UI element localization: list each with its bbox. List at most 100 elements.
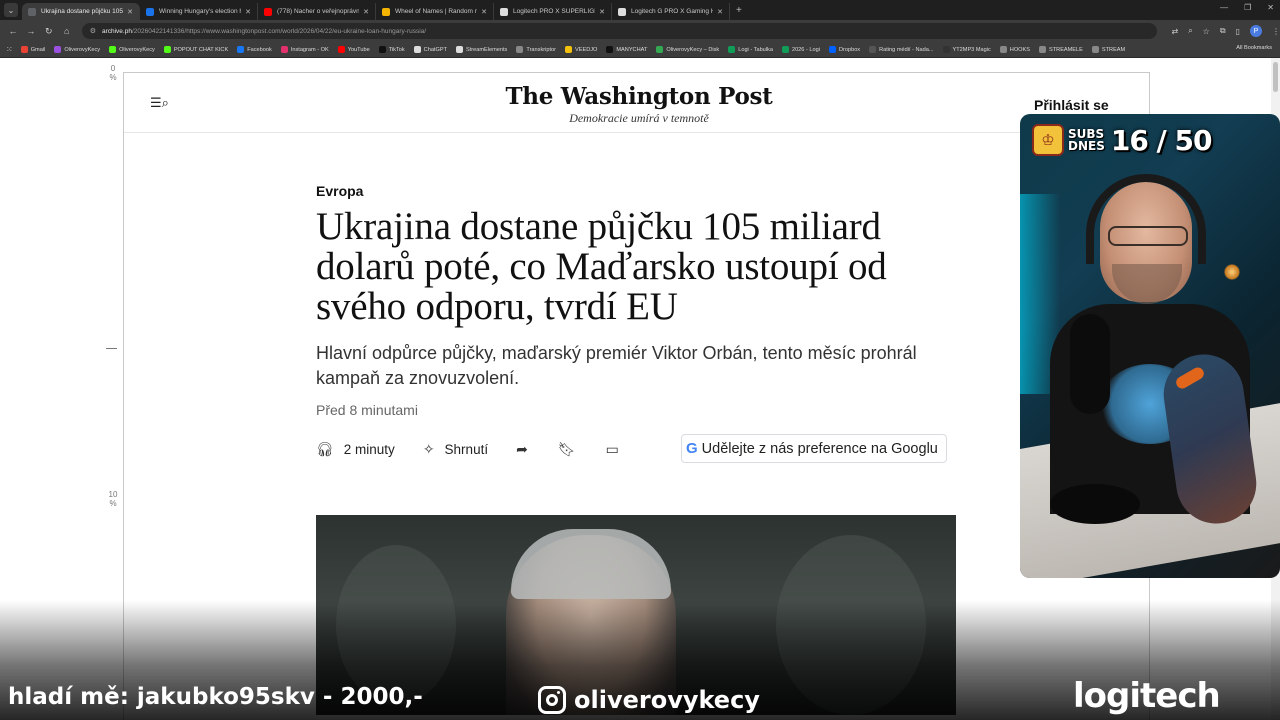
bookmark-item[interactable]: Facebook: [237, 46, 272, 53]
profile-avatar[interactable]: P: [1249, 25, 1262, 37]
tab[interactable]: Wheel of Names | Random nam ✕: [376, 3, 494, 20]
bookmark-favicon-icon: [54, 46, 62, 53]
headline: Ukrajina dostane půjčku 105 miliard dola…: [316, 205, 887, 328]
reload-icon[interactable]: ↻: [40, 26, 58, 37]
bookmark-favicon-icon: [781, 46, 789, 53]
tab-close-icon[interactable]: ✕: [363, 8, 369, 16]
tab[interactable]: Logitech G PRO X Gaming Hea ✕: [612, 3, 730, 20]
share-icon[interactable]: ➦: [516, 441, 528, 458]
apps-icon[interactable]: ⁙: [6, 45, 13, 54]
url-bar[interactable]: ⚙ archive.ph/20260422141336/https://www.…: [81, 23, 1158, 39]
bookmark-item[interactable]: StreamElements: [456, 46, 507, 53]
bookmark-label: Gmail: [30, 46, 46, 53]
tab-search-icon[interactable]: ⌄: [4, 3, 18, 17]
bookmark-item[interactable]: Gmail: [20, 46, 46, 53]
site-header: ☰⌕ The Washington Post Demokracie umírá …: [124, 73, 1149, 133]
bookmark-item[interactable]: POPOUT CHAT KICK: [163, 46, 228, 53]
tab-close-icon[interactable]: ✕: [245, 8, 251, 16]
bookmark-favicon-icon: [728, 46, 736, 53]
tab[interactable]: (778) Nacher o veřejnoprávních ✕: [258, 3, 376, 20]
tab-active[interactable]: Ukrajina dostane půjčku 105 mi ✕: [22, 3, 140, 20]
window-controls: — ❐ ✕: [1220, 3, 1274, 12]
cam-mic-stand: [1050, 484, 1140, 524]
section-label[interactable]: Evropa: [316, 183, 966, 199]
tab-close-icon[interactable]: ✕: [599, 8, 605, 16]
bookmark-label: OliverovyKecy – Disk: [666, 46, 720, 53]
tab[interactable]: Winning Hungary's election ha ✕: [140, 3, 258, 20]
signin-link[interactable]: Přihlásit se: [1034, 97, 1109, 113]
new-tab-button[interactable]: +: [736, 5, 742, 16]
home-icon[interactable]: ⌂: [58, 26, 76, 36]
summary-button[interactable]: ✧ Shrnutí: [423, 441, 488, 458]
site-tagline: Demokracie umírá v temnotě: [569, 111, 709, 125]
forward-icon[interactable]: →: [22, 26, 40, 36]
bookmark-item[interactable]: YouTube: [337, 46, 370, 53]
bookmark-item[interactable]: Rating médií - Nada...: [869, 46, 934, 53]
bookmark-item[interactable]: YT2MP3 Magic: [942, 46, 991, 53]
tab-favicon-icon: [382, 7, 390, 16]
bookmark-item[interactable]: TikTok: [378, 46, 405, 53]
site-logo[interactable]: The Washington Post: [464, 83, 814, 110]
tab[interactable]: Logitech PRO X SUPERLIGHT 2 ✕: [494, 3, 612, 20]
bookmark-item[interactable]: Logi - Tabulka: [728, 46, 773, 53]
bookmark-item[interactable]: OliverovyKecy: [109, 46, 155, 53]
comment-icon[interactable]: ▭: [606, 441, 619, 458]
ruler-tick: [106, 348, 117, 349]
bookmark-item[interactable]: Dropbox: [828, 46, 860, 53]
hero-person-hair: [511, 529, 671, 599]
bookmark-label: StreamElements: [466, 46, 508, 53]
bookmarks-bar: ⁙ Gmail OliverovyKecy OliverovyKecy POPOUT …: [0, 42, 1280, 58]
bookmark-label: HOOKS: [1009, 46, 1030, 53]
bookmark-item[interactable]: OliverovyKecy: [54, 46, 100, 53]
google-preference-label: Udělejte z nás preference na Googlu: [701, 440, 938, 457]
scrollbar-thumb[interactable]: [1273, 62, 1278, 92]
tab-favicon-icon: [146, 7, 154, 16]
bookmark-favicon-icon: [565, 46, 572, 53]
bookmark-item[interactable]: Transkriptor: [516, 46, 556, 53]
tab-close-icon[interactable]: ✕: [717, 8, 723, 16]
menu-search-icon[interactable]: ☰⌕: [150, 95, 169, 111]
tab-title: Winning Hungary's election ha: [159, 8, 242, 15]
listen-button[interactable]: 🎧︎ 2 minuty: [316, 441, 395, 458]
instagram-icon: [538, 686, 566, 714]
translate-icon[interactable]: ⇄: [1171, 27, 1178, 36]
article-header: Evropa Ukrajina dostane půjčku 105 milia…: [316, 183, 966, 418]
bookmark-item[interactable]: STREAM: [1091, 46, 1125, 53]
instagram-handle: oliverovykecy: [574, 686, 760, 714]
browser-menu-icon[interactable]: ⋮: [1272, 27, 1280, 36]
cam-microphone: [1070, 314, 1110, 414]
maximize-icon[interactable]: ❐: [1244, 3, 1251, 12]
tab-title: Ukrajina dostane půjčku 105 mi: [41, 8, 124, 15]
tab-title: Wheel of Names | Random nam: [395, 8, 477, 15]
bookmark-label: YT2MP3 Magic: [952, 46, 991, 53]
close-window-icon[interactable]: ✕: [1267, 3, 1274, 12]
site-info-icon[interactable]: ⚙: [90, 27, 96, 35]
minimize-icon[interactable]: —: [1220, 3, 1228, 12]
bookmark-item[interactable]: ChatGPT: [413, 46, 447, 53]
bookmark-star-icon[interactable]: ☆: [1203, 27, 1210, 36]
bookmark-item[interactable]: Instagram - OK: [280, 46, 329, 53]
extensions-icon[interactable]: ⧉: [1220, 26, 1226, 36]
google-icon: G: [686, 440, 698, 457]
google-preference-button[interactable]: G Udělejte z nás preference na Googlu: [681, 434, 947, 463]
bookmark-icon[interactable]: 🔖︎: [558, 441, 576, 458]
sidebar-icon[interactable]: ▯: [1236, 27, 1240, 36]
bookmark-favicon-icon: [828, 46, 836, 53]
bookmark-item[interactable]: OliverovyKecy – Disk: [656, 46, 719, 53]
tab-close-icon[interactable]: ✕: [481, 8, 487, 16]
bookmark-favicon-icon: [337, 46, 345, 53]
ruler-top-label: 0 %: [109, 64, 117, 82]
bookmark-favicon-icon: [109, 46, 117, 53]
all-bookmarks-button[interactable]: All Bookmarks: [1236, 45, 1272, 51]
bookmark-item[interactable]: STREAMELE: [1039, 46, 1083, 53]
bookmark-item[interactable]: HOOKS: [999, 46, 1030, 53]
url-host: archive.ph: [101, 27, 132, 35]
bookmark-item[interactable]: 2026 - Logi: [781, 46, 820, 53]
zoom-icon[interactable]: ⌕: [1188, 26, 1192, 36]
tab-close-icon[interactable]: ✕: [127, 8, 133, 16]
bookmark-label: Rating médií - Nada...: [879, 46, 934, 53]
bookmark-item[interactable]: MANYCHAT: [606, 46, 647, 53]
instagram-handle-block: oliverovykecy: [538, 686, 760, 714]
bookmark-item[interactable]: VEEDJO: [565, 46, 597, 53]
back-icon[interactable]: ←: [4, 26, 22, 36]
